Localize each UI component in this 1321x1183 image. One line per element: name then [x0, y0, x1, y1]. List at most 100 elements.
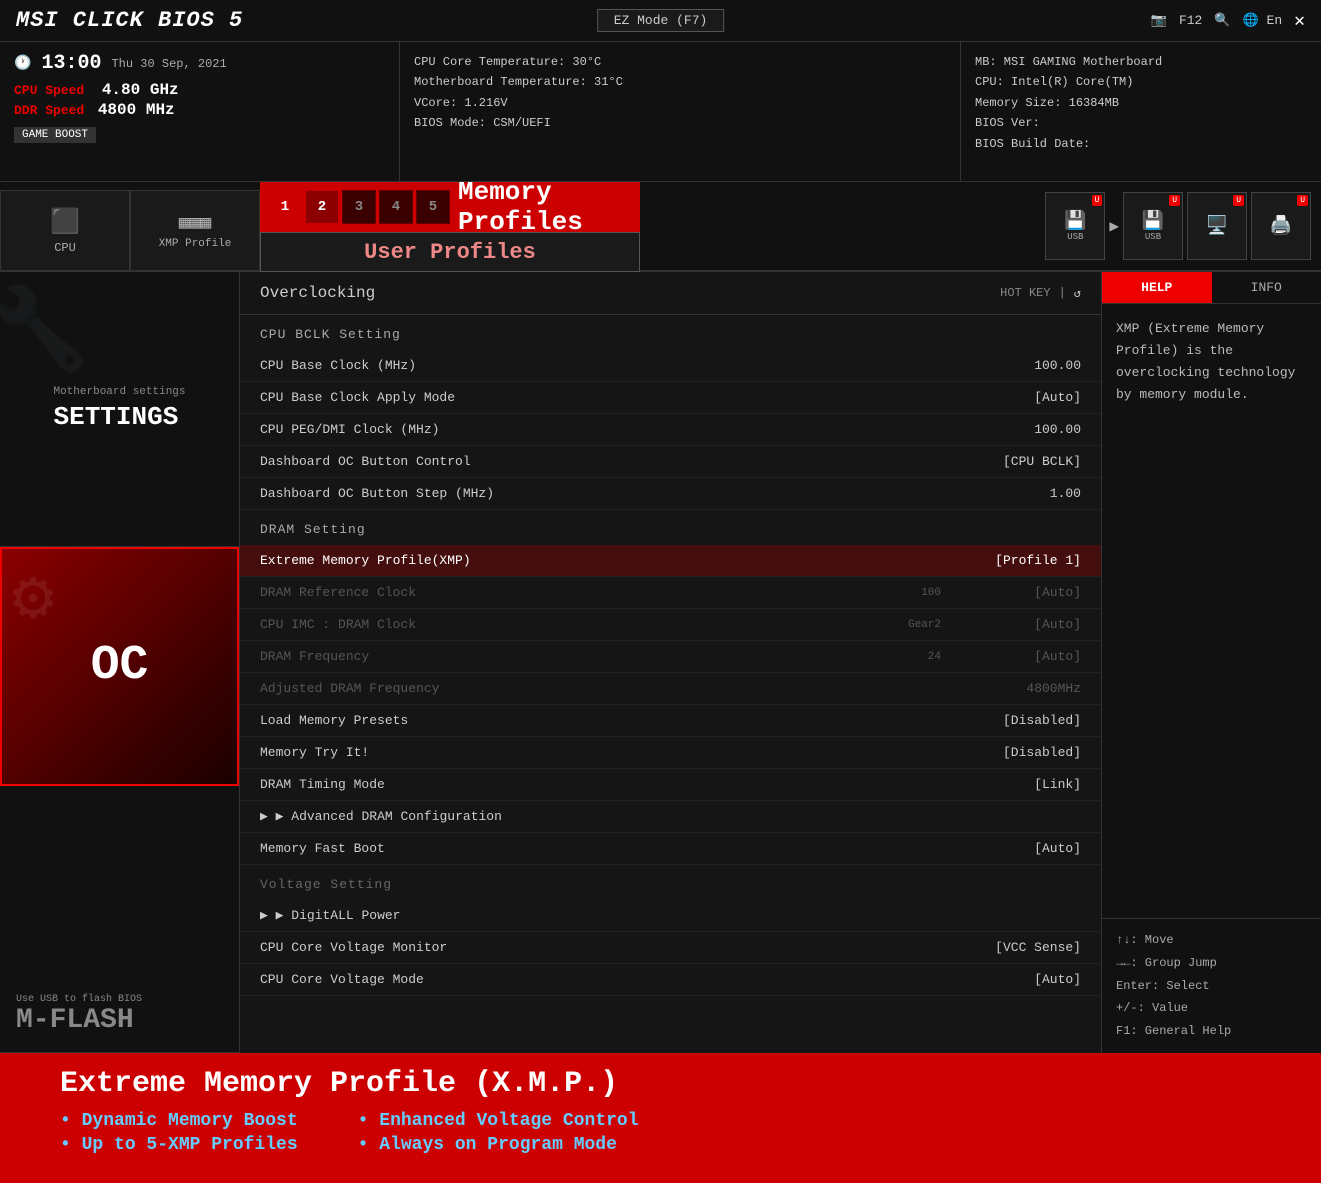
tab-xmp[interactable]: ▦▦▦ XMP Profile: [130, 190, 260, 270]
usb-badge-4: U: [1297, 195, 1308, 206]
cpu-speed: CPU Speed 4.80 GHz: [14, 81, 179, 99]
row-cpu-core-volt-mode[interactable]: CPU Core Voltage Mode [Auto]: [240, 964, 1101, 996]
row-dram-ref-clock[interactable]: DRAM Reference Clock 100 [Auto]: [240, 577, 1101, 609]
sidebar-item-settings[interactable]: 🔧 Motherboard settings SETTINGS: [0, 272, 239, 547]
usb-label-2: USB: [1145, 232, 1161, 242]
cpu-temp: CPU Core Temperature: 30°C: [414, 52, 946, 72]
mb-temp: Motherboard Temperature: 31°C: [414, 72, 946, 92]
tab-help[interactable]: HELP: [1102, 272, 1212, 303]
row-adjusted-dram: Adjusted DRAM Frequency 4800MHz: [240, 673, 1101, 705]
usb-icon-1: 💾: [1064, 210, 1086, 232]
f12-label[interactable]: F12: [1179, 13, 1202, 28]
cpu-icon: ⬛: [50, 207, 80, 237]
row-load-memory[interactable]: Load Memory Presets [Disabled]: [240, 705, 1101, 737]
clock-date: Thu 30 Sep, 2021: [111, 57, 226, 71]
close-button[interactable]: ✕: [1294, 10, 1305, 32]
usb-save-1[interactable]: U 💾 USB: [1045, 192, 1105, 260]
memory-size: Memory Size: 16384MB: [975, 93, 1307, 113]
arrow-sep-1: ▶: [1109, 216, 1119, 236]
vcore: VCore: 1.216V: [414, 93, 946, 113]
row-memory-fast-boot[interactable]: Memory Fast Boot [Auto]: [240, 833, 1101, 865]
feature-1: Dynamic Memory Boost: [60, 1111, 298, 1131]
cpu-name: CPU: Intel(R) Core(TM): [975, 72, 1307, 92]
row-dashboard-oc-control[interactable]: Dashboard OC Button Control [CPU BCLK]: [240, 446, 1101, 478]
screenshot-icon[interactable]: 📷: [1151, 13, 1167, 28]
usb-icon-3: 🖥️: [1206, 215, 1228, 237]
usb-save-2[interactable]: U 💾 USB: [1123, 192, 1183, 260]
hotkey-sep: |: [1059, 286, 1066, 300]
sidebar-item-mflash[interactable]: Use USB to flash BIOS M-FLASH: [0, 786, 239, 1053]
usb-area: U 💾 USB ▶ U 💾 USB U 🖥️ U 🖨️: [1035, 182, 1321, 270]
row-cpu-base-clock[interactable]: CPU Base Clock (MHz) 100.00: [240, 350, 1101, 382]
row-cpu-imc-dram[interactable]: CPU IMC : DRAM Clock Gear2 [Auto]: [240, 609, 1101, 641]
usb-badge-2: U: [1169, 195, 1180, 206]
tab-info[interactable]: INFO: [1212, 272, 1321, 303]
oc-main-label: OC: [91, 639, 149, 693]
bios-ver: BIOS Ver:: [975, 113, 1307, 133]
profiles-overlay: 1 2 3 4 5 Memory Profiles User Profiles: [260, 182, 640, 272]
section-voltage: Voltage Setting: [240, 865, 1101, 900]
row-cpu-base-clock-mode[interactable]: CPU Base Clock Apply Mode [Auto]: [240, 382, 1101, 414]
row-dram-freq[interactable]: DRAM Frequency 24 [Auto]: [240, 641, 1101, 673]
usb-icon-4: 🖨️: [1270, 215, 1292, 237]
usb-icon-2: 💾: [1142, 210, 1164, 232]
system-info-middle: CPU Core Temperature: 30°C Motherboard T…: [400, 42, 961, 181]
row-advanced-dram[interactable]: ▶ Advanced DRAM Configuration: [240, 801, 1101, 833]
system-stats: 🕐 13:00 Thu 30 Sep, 2021 CPU Speed 4.80 …: [0, 42, 400, 181]
bottom-section: Extreme Memory Profile (X.M.P.) Dynamic …: [0, 1053, 1321, 1183]
memory-profiles-title: Memory Profiles: [458, 177, 640, 237]
bios-mode: BIOS Mode: CSM/UEFI: [414, 113, 946, 133]
language-selector[interactable]: 🌐 En: [1243, 13, 1283, 28]
oc-panel[interactable]: Overclocking HOT KEY | ↺ CPU BCLK Settin…: [240, 272, 1101, 1053]
search-icon[interactable]: 🔍: [1214, 13, 1230, 28]
sidebar-item-oc[interactable]: ⚙ OC: [0, 547, 239, 785]
key-value: +/-: Value: [1116, 997, 1307, 1020]
refresh-button[interactable]: ↺: [1074, 286, 1081, 301]
xmp-icon: ▦▦▦: [179, 212, 212, 234]
settings-sub-label: Motherboard settings: [53, 386, 185, 398]
xmp-btn-3[interactable]: 3: [342, 190, 376, 224]
row-xmp[interactable]: Extreme Memory Profile(XMP) [Profile 1]: [240, 545, 1101, 577]
oc-bg-icon: ⚙: [12, 554, 54, 641]
row-dram-timing[interactable]: DRAM Timing Mode [Link]: [240, 769, 1101, 801]
game-boost-label[interactable]: GAME BOOST: [14, 127, 96, 143]
main-content: 🔧 Motherboard settings SETTINGS ⚙ OC Use…: [0, 272, 1321, 1053]
ez-mode-button[interactable]: EZ Mode (F7): [597, 9, 725, 32]
bottom-features: Dynamic Memory Boost Up to 5-XMP Profile…: [60, 1111, 1261, 1155]
header: MSI CLICK BIOS 5 EZ Mode (F7) 📷 F12 🔍 🌐 …: [0, 0, 1321, 42]
bottom-title: Extreme Memory Profile (X.M.P.): [60, 1067, 1261, 1101]
xmp-btn-1[interactable]: 1: [268, 190, 302, 224]
usb-save-3[interactable]: U 🖥️: [1187, 192, 1247, 260]
tab-cpu[interactable]: ⬛ CPU: [0, 190, 130, 270]
mflash-sub-label: Use USB to flash BIOS: [16, 994, 142, 1005]
settings-main-label: SETTINGS: [53, 402, 185, 432]
usb-badge-3: U: [1233, 195, 1244, 206]
key-enter: Enter: Select: [1116, 975, 1307, 998]
oc-hotkey: HOT KEY | ↺: [1000, 286, 1081, 301]
help-keys: ↑↓: Move →←: Group Jump Enter: Select +/…: [1102, 918, 1321, 1053]
globe-icon: 🌐: [1243, 13, 1259, 28]
row-cpu-core-volt-monitor[interactable]: CPU Core Voltage Monitor [VCC Sense]: [240, 932, 1101, 964]
usb-save-4[interactable]: U 🖨️: [1251, 192, 1311, 260]
ddr-speed: DDR Speed 4800 MHz: [14, 101, 175, 119]
mflash-main-label: M-FLASH: [16, 1005, 134, 1036]
sidebar: 🔧 Motherboard settings SETTINGS ⚙ OC Use…: [0, 272, 240, 1053]
xmp-btn-5[interactable]: 5: [416, 190, 450, 224]
oc-header: Overclocking HOT KEY | ↺: [240, 272, 1101, 315]
mb-name: MB: MSI GAMING Motherboard: [975, 52, 1307, 72]
row-digitall-power[interactable]: ▶ DigitALL Power: [240, 900, 1101, 932]
key-help: F1: General Help: [1116, 1020, 1307, 1043]
xmp-btn-4[interactable]: 4: [379, 190, 413, 224]
bios-build: BIOS Build Date:: [975, 134, 1307, 154]
user-profiles-title[interactable]: User Profiles: [260, 232, 640, 272]
xmp-btn-2[interactable]: 2: [305, 190, 339, 224]
row-dashboard-oc-step[interactable]: Dashboard OC Button Step (MHz) 1.00: [240, 478, 1101, 510]
row-memory-try-it[interactable]: Memory Try It! [Disabled]: [240, 737, 1101, 769]
system-info-right: MB: MSI GAMING Motherboard CPU: Intel(R)…: [961, 42, 1321, 181]
key-move: ↑↓: Move: [1116, 929, 1307, 952]
section-dram: DRAM Setting: [240, 510, 1101, 545]
key-group: →←: Group Jump: [1116, 952, 1307, 975]
logo: MSI CLICK BIOS 5: [16, 8, 243, 33]
row-cpu-peg-dmi[interactable]: CPU PEG/DMI Clock (MHz) 100.00: [240, 414, 1101, 446]
help-tabs: HELP INFO: [1102, 272, 1321, 304]
